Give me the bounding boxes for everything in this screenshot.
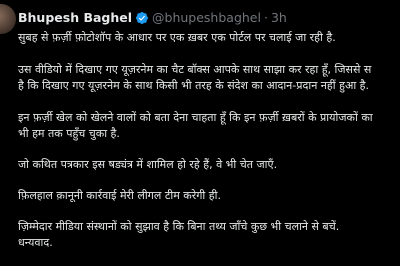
tweet-line: भी हम तक पहुँच चुका है. <box>18 127 120 140</box>
tweet[interactable]: Bhupesh Baghel @bhupeshbaghel · 3h सुबह … <box>0 0 400 266</box>
verified-badge-icon <box>135 11 149 25</box>
tweet-timestamp[interactable]: 3h <box>271 10 287 26</box>
tweet-line: ज़िम्मेदार मीडिया संस्थानों को सुझाव है … <box>18 220 340 233</box>
tweet-line: उस वीडियो में दिखाए गए यूज़रनेम का चैट ब… <box>18 63 372 76</box>
tweet-line: सुबह से फ़र्ज़ी फ़ोटोशॉप के आधार पर एक ख… <box>18 31 336 44</box>
tweet-line: जो कथित पत्रकार इस षड्यंत्र में शामिल हो… <box>18 158 278 171</box>
author-display-name[interactable]: Bhupesh Baghel <box>18 10 132 26</box>
author-handle[interactable]: @bhupeshbaghel <box>152 10 261 26</box>
header-separator: · <box>263 10 268 25</box>
avatar[interactable] <box>0 4 16 34</box>
tweet-line: इन फ़र्ज़ी खेल को खेलने वालों को बता देन… <box>18 111 373 124</box>
tweet-header: Bhupesh Baghel @bhupeshbaghel · 3h <box>18 10 287 26</box>
tweet-line: है कि दिखाए गए यूज़रनेम के साथ किसी भी त… <box>18 79 370 92</box>
tweet-line: फ़िलहाल क़ानूनी कार्रवाई मेरी लीगल टीम क… <box>18 189 221 202</box>
tweet-line: धन्यवाद. <box>18 236 53 249</box>
